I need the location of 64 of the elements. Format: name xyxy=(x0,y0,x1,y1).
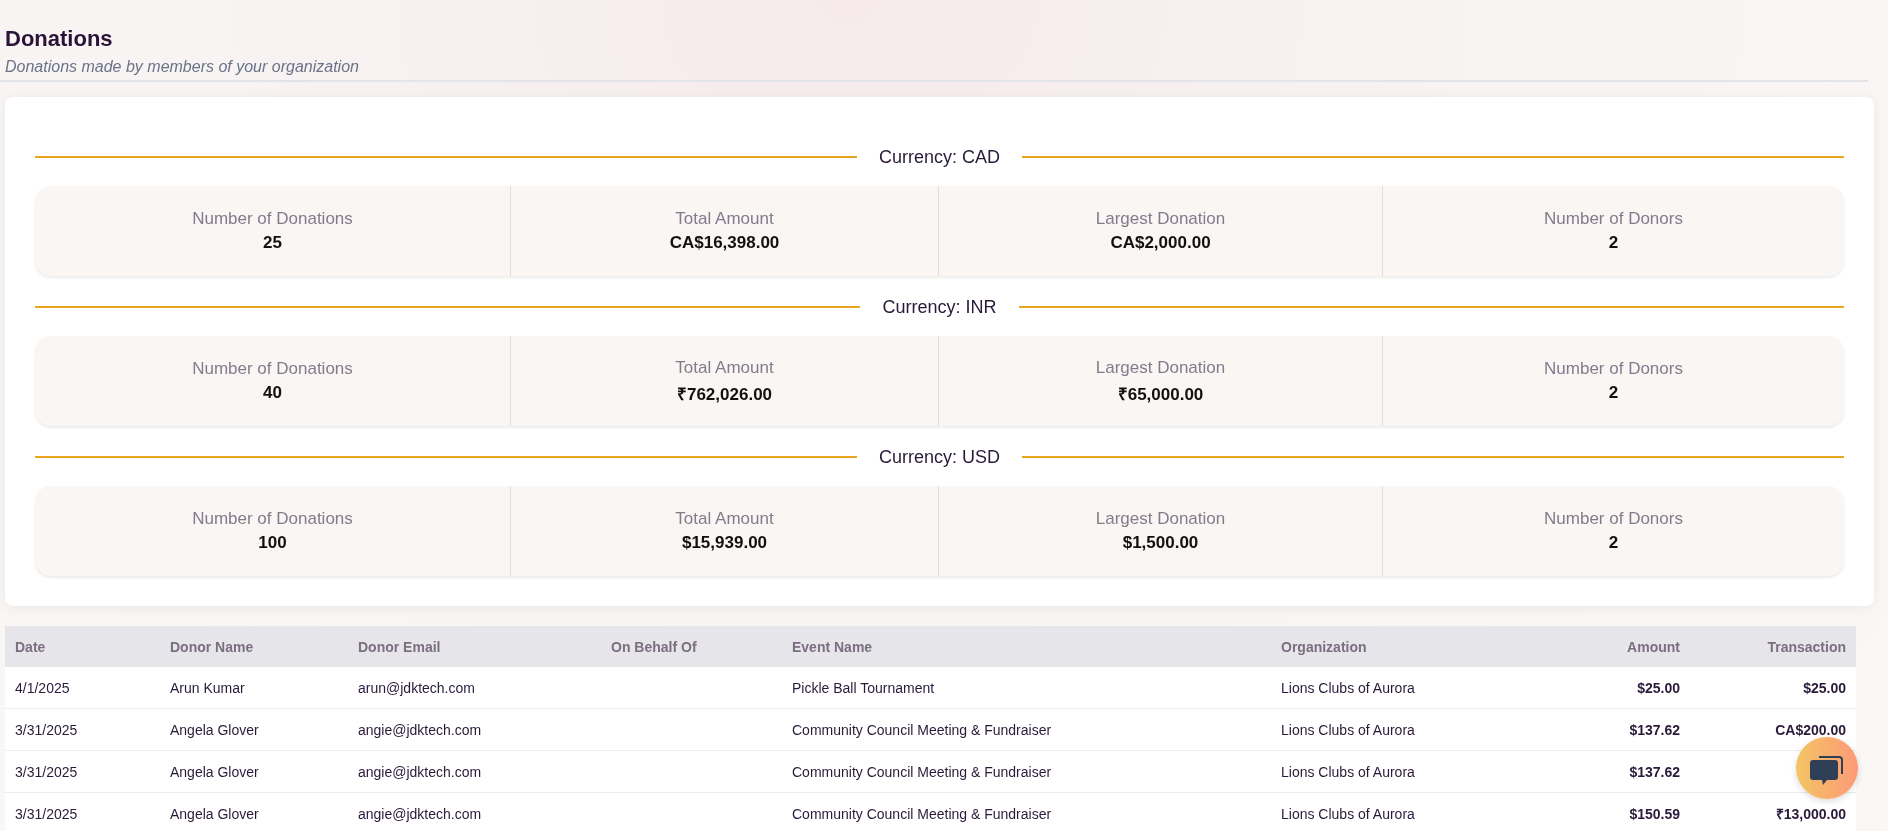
stat-value: 40 xyxy=(263,383,282,403)
column-header[interactable]: Donor Name xyxy=(160,638,348,655)
column-header[interactable]: Donor Email xyxy=(348,638,601,655)
table-cell-text: 3/31/2025 xyxy=(14,721,79,738)
table-cell-text: Angela Glover xyxy=(169,805,260,822)
column-header[interactable]: On Behalf Of xyxy=(601,638,782,655)
table-cell-text: Community Council Meeting & Fundraiser xyxy=(791,763,1053,780)
table-cell-text: ₹13,000.00 xyxy=(1774,805,1847,823)
stat-value: $1,500.00 xyxy=(1122,533,1199,553)
column-header[interactable]: Date xyxy=(5,638,160,655)
table-cell-text: 4/1/2025 xyxy=(14,679,71,696)
table-cell-text: $137.62 xyxy=(1628,721,1681,738)
column-header[interactable]: Amount xyxy=(1520,638,1690,655)
stat-label: Total Amount xyxy=(675,209,774,229)
stat-value: ₹762,026.00 xyxy=(676,383,773,405)
stat-label: Number of Donors xyxy=(1544,509,1683,529)
currency-heading: Currency: USD xyxy=(879,446,1000,468)
stat-value: 25 xyxy=(263,233,282,253)
column-header[interactable]: Transaction xyxy=(1690,638,1856,655)
table-cell-text: Lions Clubs of Aurora xyxy=(1280,679,1416,696)
table-cell-text: Arun Kumar xyxy=(169,679,246,696)
stat-value: 2 xyxy=(1608,533,1619,553)
stat-value: $15,939.00 xyxy=(681,533,768,553)
table-cell-text: Pickle Ball Tournament xyxy=(791,679,936,696)
table-cell-text: angie@jdktech.com xyxy=(357,805,483,822)
page-title: Donations xyxy=(5,25,114,53)
column-header[interactable]: Event Name xyxy=(782,638,1271,655)
stat-label: Largest Donation xyxy=(1095,357,1226,378)
table-cell-text: angie@jdktech.com xyxy=(357,763,483,780)
stat-value: CA$2,000.00 xyxy=(1110,233,1211,253)
stat-label: Total Amount xyxy=(675,357,774,378)
table-cell-text: Angela Glover xyxy=(169,763,260,780)
table-cell-text: $150.59 xyxy=(1628,805,1681,822)
column-header[interactable]: Organization xyxy=(1271,638,1520,655)
stat-label: Number of Donations xyxy=(192,209,353,229)
stat-label: Total Amount xyxy=(675,509,774,529)
table-cell-text: Community Council Meeting & Fundraiser xyxy=(791,805,1053,822)
table-cell-text: angie@jdktech.com xyxy=(357,721,483,738)
stat-value: ₹65,000.00 xyxy=(1117,383,1204,405)
stat-value: 2 xyxy=(1608,383,1619,403)
table-cell-text: 3/31/2025 xyxy=(14,805,79,822)
table-cell-text: arun@jdktech.com xyxy=(357,679,476,696)
table-cell-text: Lions Clubs of Aurora xyxy=(1280,763,1416,780)
stat-label: Number of Donations xyxy=(192,359,353,379)
stat-label: Number of Donors xyxy=(1544,209,1683,229)
table-cell-text: $25.00 xyxy=(1636,679,1681,696)
stat-value: CA$16,398.00 xyxy=(669,233,780,253)
stat-value: 2 xyxy=(1608,233,1619,253)
table-cell-text: CA$200.00 xyxy=(1774,721,1847,738)
stat-label: Largest Donation xyxy=(1095,209,1226,229)
stat-label: Number of Donations xyxy=(192,509,353,529)
currency-heading: Currency: INR xyxy=(882,296,997,318)
table-cell-text: $25.00 xyxy=(1802,679,1847,696)
table-cell-text: Angela Glover xyxy=(169,721,260,738)
table-cell-text: Lions Clubs of Aurora xyxy=(1280,805,1416,822)
table-cell-text: Community Council Meeting & Fundraiser xyxy=(791,721,1053,738)
stat-value: 100 xyxy=(258,533,287,553)
stat-label: Largest Donation xyxy=(1095,509,1226,529)
table-cell-text: $137.62 xyxy=(1628,763,1681,780)
stat-label: Number of Donors xyxy=(1544,359,1683,379)
currency-heading: Currency: CAD xyxy=(879,146,1000,168)
page-subtitle: Donations made by members of your organization xyxy=(5,57,360,77)
table-cell-text: 3/31/2025 xyxy=(14,763,79,780)
table-cell-text: Lions Clubs of Aurora xyxy=(1280,721,1416,738)
